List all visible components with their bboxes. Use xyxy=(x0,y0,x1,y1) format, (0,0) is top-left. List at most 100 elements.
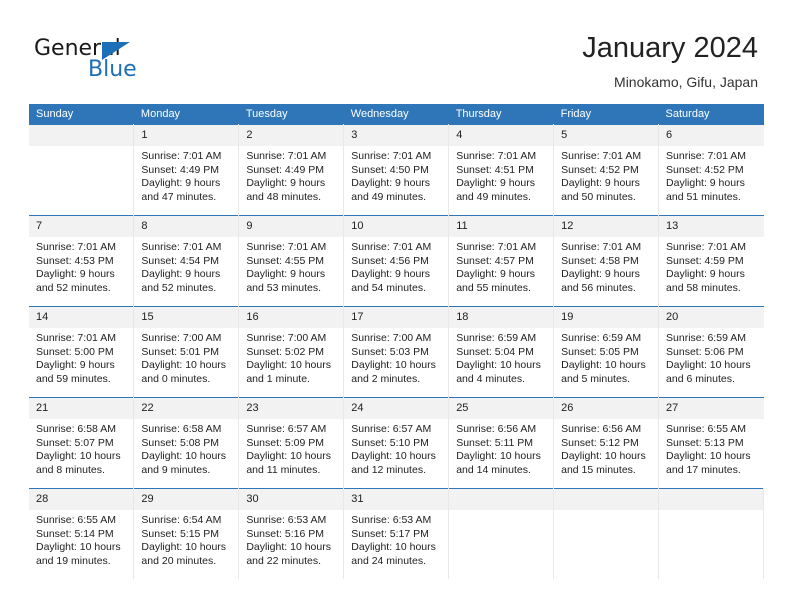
day-cell[interactable]: 16 Sunrise: 7:00 AM Sunset: 5:02 PM Dayligh… xyxy=(238,306,345,398)
day-cell[interactable]: 23 Sunrise: 6:57 AM Sunset: 5:09 PM Dayligh… xyxy=(238,397,345,489)
daylight-text: and 51 minutes. xyxy=(666,190,741,203)
sunset-text: Sunset: 5:09 PM xyxy=(246,436,324,449)
daylight-text: Daylight: 10 hours xyxy=(246,450,331,463)
daylight-text: Daylight: 9 hours xyxy=(666,268,745,281)
sunset-text: Sunset: 5:16 PM xyxy=(246,527,324,540)
day-cell[interactable]: 9 Sunrise: 7:01 AM Sunset: 4:55 PM Daylight… xyxy=(238,215,345,307)
sun-info: Sunrise: 7:01 AM Sunset: 4:51 PM Daylight:… xyxy=(449,146,553,204)
daylight-text: and 17 minutes. xyxy=(666,463,741,476)
daylight-text: Daylight: 9 hours xyxy=(666,177,745,190)
day-cell[interactable]: 18 Sunrise: 6:59 AM Sunset: 5:04 PM Dayligh… xyxy=(448,306,555,398)
daylight-text: and 0 minutes. xyxy=(141,372,211,385)
week-row: 21 Sunrise: 6:58 AM Sunset: 5:07 PM Dayligh… xyxy=(29,397,764,489)
sunset-text: Sunset: 4:58 PM xyxy=(561,254,639,267)
day-cell[interactable]: 3 Sunrise: 7:01 AM Sunset: 4:50 PM Daylight… xyxy=(343,124,450,216)
day-cell[interactable]: 17 Sunrise: 7:00 AM Sunset: 5:03 PM Dayligh… xyxy=(343,306,450,398)
sun-info: Sunrise: 6:54 AM Sunset: 5:15 PM Daylight:… xyxy=(134,510,238,568)
sunrise-text: Sunrise: 7:01 AM xyxy=(351,150,432,162)
daylight-text: Daylight: 10 hours xyxy=(666,359,751,372)
day-cell[interactable]: 14 Sunrise: 7:01 AM Sunset: 5:00 PM Dayligh… xyxy=(29,306,135,398)
day-number: 7 xyxy=(29,216,134,237)
day-cell[interactable]: 7 Sunrise: 7:01 AM Sunset: 4:53 PM Daylight… xyxy=(29,215,135,307)
day-cell[interactable]: 22 Sunrise: 6:58 AM Sunset: 5:08 PM Dayligh… xyxy=(133,397,240,489)
sunrise-text: Sunrise: 7:01 AM xyxy=(666,241,746,253)
sunrise-text: Sunrise: 7:00 AM xyxy=(246,332,327,344)
day-number: 28 xyxy=(29,489,134,510)
sunrise-text: Sunrise: 6:58 AM xyxy=(36,423,116,435)
day-cell[interactable]: 1 Sunrise: 7:01 AM Sunset: 4:49 PM Daylight… xyxy=(133,124,240,216)
sunset-text: Sunset: 5:07 PM xyxy=(36,436,114,449)
sunrise-text: Sunrise: 7:01 AM xyxy=(141,241,222,253)
day-cell[interactable]: 25 Sunrise: 6:56 AM Sunset: 5:11 PM Dayligh… xyxy=(448,397,555,489)
daylight-text: and 58 minutes. xyxy=(666,281,741,294)
daylight-text: Daylight: 10 hours xyxy=(351,359,436,372)
day-cell[interactable]: 19 Sunrise: 6:59 AM Sunset: 5:05 PM Dayligh… xyxy=(553,306,660,398)
daylight-text: and 4 minutes. xyxy=(456,372,526,385)
sunset-text: Sunset: 5:12 PM xyxy=(561,436,639,449)
day-cell[interactable]: 29 Sunrise: 6:54 AM Sunset: 5:15 PM Dayligh… xyxy=(133,488,240,579)
day-cell[interactable]: 10 Sunrise: 7:01 AM Sunset: 4:56 PM Dayligh… xyxy=(343,215,450,307)
daylight-text: and 52 minutes. xyxy=(36,281,111,294)
sun-info: Sunrise: 7:01 AM Sunset: 4:54 PM Daylight:… xyxy=(134,237,238,295)
sunrise-text: Sunrise: 7:00 AM xyxy=(141,332,222,344)
sun-info: Sunrise: 7:01 AM Sunset: 4:49 PM Daylight:… xyxy=(134,146,238,204)
day-cell[interactable]: 13 Sunrise: 7:01 AM Sunset: 4:59 PM Dayligh… xyxy=(658,215,764,307)
day-cell[interactable]: 30 Sunrise: 6:53 AM Sunset: 5:16 PM Dayligh… xyxy=(238,488,345,579)
day-cell[interactable]: 26 Sunrise: 6:56 AM Sunset: 5:12 PM Dayligh… xyxy=(553,397,660,489)
day-number: 23 xyxy=(239,398,344,419)
day-cell[interactable]: 31 Sunrise: 6:53 AM Sunset: 5:17 PM Dayligh… xyxy=(343,488,450,579)
day-cell[interactable]: 15 Sunrise: 7:00 AM Sunset: 5:01 PM Dayligh… xyxy=(133,306,240,398)
day-number: 10 xyxy=(344,216,449,237)
day-number: 1 xyxy=(134,125,239,146)
daylight-text: and 19 minutes. xyxy=(36,554,111,567)
daylight-text: and 15 minutes. xyxy=(561,463,636,476)
sun-info: Sunrise: 7:01 AM Sunset: 5:00 PM Daylight:… xyxy=(29,328,133,386)
day-cell[interactable]: 24 Sunrise: 6:57 AM Sunset: 5:10 PM Dayligh… xyxy=(343,397,450,489)
sunset-text: Sunset: 5:06 PM xyxy=(666,345,744,358)
day-cell[interactable]: 20 Sunrise: 6:59 AM Sunset: 5:06 PM Dayligh… xyxy=(658,306,764,398)
sunrise-text: Sunrise: 7:01 AM xyxy=(36,241,116,253)
daylight-text: and 24 minutes. xyxy=(351,554,426,567)
weekday-header-saturday: Saturday xyxy=(658,104,764,125)
daylight-text: Daylight: 9 hours xyxy=(351,177,431,190)
day-number: 22 xyxy=(134,398,239,419)
day-cell[interactable]: 6 Sunrise: 7:01 AM Sunset: 4:52 PM Daylight… xyxy=(658,124,764,216)
sunset-text: Sunset: 5:00 PM xyxy=(36,345,114,358)
day-number: 4 xyxy=(449,125,554,146)
page-header: General Blue January 2024 Minokamo, Gifu… xyxy=(0,0,792,103)
day-cell[interactable]: 8 Sunrise: 7:01 AM Sunset: 4:54 PM Daylight… xyxy=(133,215,240,307)
sunset-text: Sunset: 4:49 PM xyxy=(141,163,220,176)
daylight-text: and 49 minutes. xyxy=(351,190,426,203)
day-cell[interactable]: 4 Sunrise: 7:01 AM Sunset: 4:51 PM Daylight… xyxy=(448,124,555,216)
daylight-text: Daylight: 9 hours xyxy=(246,268,326,281)
sunset-text: Sunset: 4:57 PM xyxy=(456,254,534,267)
day-number: 11 xyxy=(449,216,554,237)
daylight-text: and 20 minutes. xyxy=(141,554,217,567)
week-row: 28 Sunrise: 6:55 AM Sunset: 5:14 PM Dayligh… xyxy=(29,488,764,579)
day-cell[interactable]: 12 Sunrise: 7:01 AM Sunset: 4:58 PM Dayligh… xyxy=(553,215,660,307)
daylight-text: and 47 minutes. xyxy=(141,190,217,203)
sunrise-text: Sunrise: 7:01 AM xyxy=(246,241,327,253)
sun-info: Sunrise: 7:01 AM Sunset: 4:57 PM Daylight:… xyxy=(449,237,553,295)
sunrise-text: Sunrise: 6:53 AM xyxy=(351,514,432,526)
sun-info: Sunrise: 6:55 AM Sunset: 5:14 PM Daylight:… xyxy=(29,510,133,568)
daylight-text: Daylight: 9 hours xyxy=(141,268,221,281)
day-number: 18 xyxy=(449,307,554,328)
sunrise-text: Sunrise: 6:54 AM xyxy=(141,514,222,526)
page-subtitle: Minokamo, Gifu, Japan xyxy=(614,74,758,90)
day-cell[interactable]: 11 Sunrise: 7:01 AM Sunset: 4:57 PM Dayligh… xyxy=(448,215,555,307)
daylight-text: Daylight: 10 hours xyxy=(246,541,331,554)
day-cell[interactable]: 27 Sunrise: 6:55 AM Sunset: 5:13 PM Dayligh… xyxy=(658,397,764,489)
day-number: 17 xyxy=(344,307,449,328)
sun-info: Sunrise: 6:58 AM Sunset: 5:08 PM Daylight:… xyxy=(134,419,238,477)
day-cell[interactable]: 28 Sunrise: 6:55 AM Sunset: 5:14 PM Dayligh… xyxy=(29,488,135,579)
day-cell[interactable]: 5 Sunrise: 7:01 AM Sunset: 4:52 PM Daylight… xyxy=(553,124,660,216)
day-number: 16 xyxy=(239,307,344,328)
brand-logo[interactable]: General Blue xyxy=(34,36,234,86)
sunset-text: Sunset: 4:54 PM xyxy=(141,254,220,267)
day-cell[interactable]: 21 Sunrise: 6:58 AM Sunset: 5:07 PM Dayligh… xyxy=(29,397,135,489)
day-cell[interactable]: 2 Sunrise: 7:01 AM Sunset: 4:49 PM Daylight… xyxy=(238,124,345,216)
day-number: 8 xyxy=(134,216,239,237)
day-number: 5 xyxy=(554,125,659,146)
sunset-text: Sunset: 4:53 PM xyxy=(36,254,114,267)
